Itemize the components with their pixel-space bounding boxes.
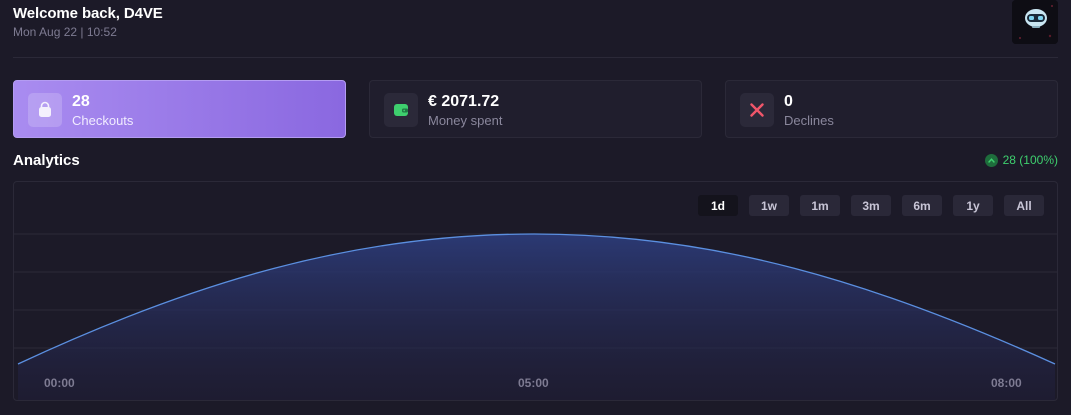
x-tick-label: 05:00 — [518, 376, 549, 390]
checkouts-card[interactable]: 28 Checkouts — [13, 80, 346, 138]
money-spent-label: Money spent — [428, 113, 503, 128]
money-spent-card[interactable]: € 2071.72 Money spent — [369, 80, 702, 138]
analytics-chart: 1d 1w 1m 3m 6m 1y All 00:00 05:00 08:00 — [13, 181, 1058, 401]
trend-value: 28 (100%) — [1002, 153, 1058, 167]
chevron-up-icon — [984, 153, 998, 167]
range-selector: 1d 1w 1m 3m 6m 1y All — [698, 195, 1044, 216]
shopping-bag-icon — [28, 93, 62, 127]
robot-avatar-icon — [1012, 0, 1058, 44]
range-3m-button[interactable]: 3m — [851, 195, 891, 216]
range-6m-button[interactable]: 6m — [902, 195, 942, 216]
wallet-icon — [384, 93, 418, 127]
declines-value: 0 — [784, 93, 793, 110]
money-spent-value: € 2071.72 — [428, 93, 500, 110]
range-1d-button[interactable]: 1d — [698, 195, 738, 216]
welcome-title: Welcome back, D4VE — [13, 5, 163, 22]
range-all-button[interactable]: All — [1004, 195, 1044, 216]
range-1w-button[interactable]: 1w — [749, 195, 789, 216]
x-tick-label: 08:00 — [991, 376, 1022, 390]
x-mark-icon — [740, 93, 774, 127]
range-1y-button[interactable]: 1y — [953, 195, 993, 216]
checkouts-value: 28 — [72, 93, 90, 110]
trend-indicator: 28 (100%) — [984, 153, 1058, 167]
declines-card[interactable]: 0 Declines — [725, 80, 1058, 138]
avatar[interactable] — [1012, 0, 1058, 44]
x-tick-label: 00:00 — [44, 376, 75, 390]
analytics-title: Analytics — [13, 152, 80, 169]
range-1m-button[interactable]: 1m — [800, 195, 840, 216]
declines-label: Declines — [784, 113, 834, 128]
dashboard: Welcome back, D4VE Mon Aug 22 | 10:52 28… — [0, 0, 1071, 415]
header-divider — [13, 57, 1058, 58]
checkouts-label: Checkouts — [72, 113, 134, 128]
current-datetime: Mon Aug 22 | 10:52 — [13, 25, 117, 39]
